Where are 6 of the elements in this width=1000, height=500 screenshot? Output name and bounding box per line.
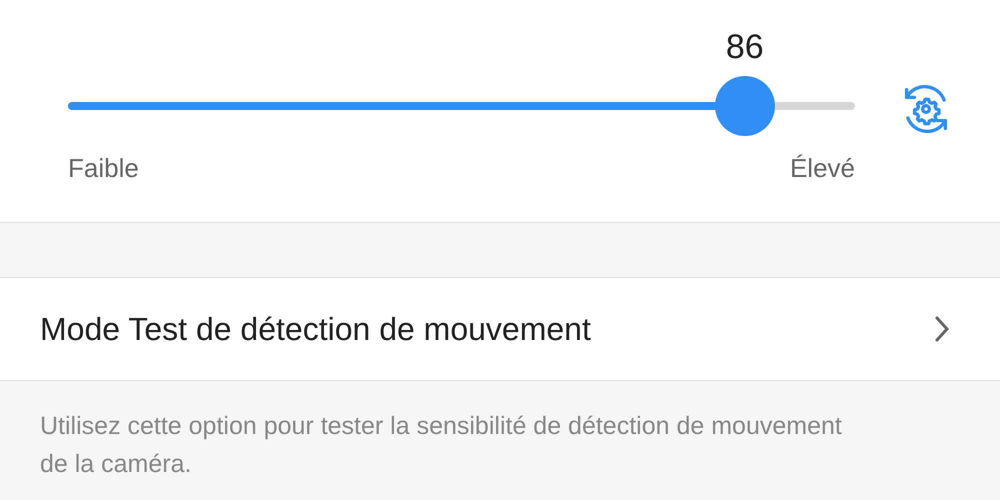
chevron-right-icon	[934, 315, 950, 343]
test-mode-row[interactable]: Mode Test de détection de mouvement	[0, 277, 1000, 381]
min-label: Faible	[68, 152, 139, 185]
description-text: Utilisez cette option pour tester la sensibilité de détection de mouvement de la caméra.	[39, 411, 843, 480]
slider-value: 86	[726, 27, 764, 67]
max-label: Élevé	[790, 152, 855, 185]
